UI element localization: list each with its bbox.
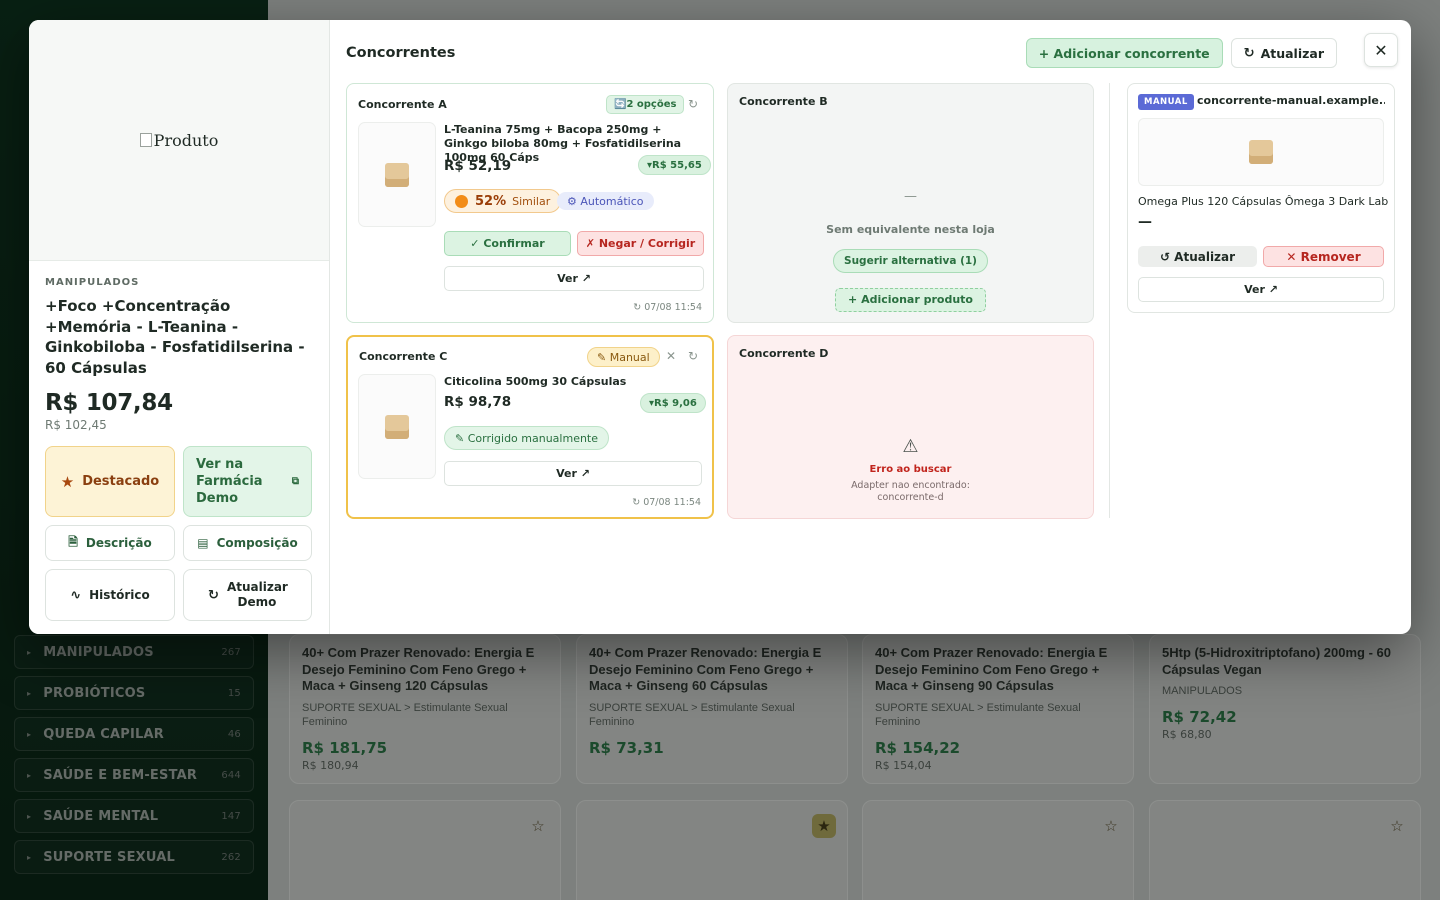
add-competitor-button[interactable]: + Adicionar concorrente (1025, 38, 1223, 68)
match-type-chip: ⚙ Automático (557, 192, 654, 210)
product-card[interactable] (862, 800, 1134, 900)
document-icon: 🗎 (68, 534, 78, 549)
competitor-domain: concorrente-manual.example.... (1197, 94, 1385, 107)
similarity-chip: 52% Similar (444, 189, 562, 213)
sidebar-category[interactable]: ▸ SUPORTE SEXUAL 262 (14, 840, 254, 874)
competitors-title: Concorrentes (346, 45, 456, 61)
last-updated: ↻ 07/08 11:54 (633, 302, 702, 313)
refresh-button[interactable]: ↻ Atualizar (1230, 38, 1337, 68)
refresh-icon[interactable]: ↻ (688, 349, 698, 363)
view-competitor-button[interactable]: Ver ↗ (1138, 277, 1384, 302)
product-image: Produto (29, 20, 329, 261)
competitor-price: R$ 98,78 (444, 394, 512, 410)
star-icon[interactable]: ☆ (1385, 814, 1409, 838)
sidebar-category[interactable]: ▸ SAÚDE E BEM-ESTAR 644 (14, 758, 254, 792)
competitor-card-d: Concorrente D ⚠ Erro ao buscar Adapter n… (727, 335, 1094, 519)
chevron-right-icon: ▸ (27, 647, 32, 657)
package-icon (385, 414, 409, 439)
manual-badge: ✎ Manual (587, 347, 660, 367)
star-icon: ★ (60, 472, 75, 491)
product-price: R$ 107,84 (45, 390, 173, 416)
sidebar-category[interactable]: ▸ SAÚDE MENTAL 147 (14, 799, 254, 833)
sidebar-category[interactable]: ▸ MANIPULADOS 267 (14, 635, 254, 669)
corrected-chip: ✎ Corrigido manualmente (444, 426, 610, 450)
status-dot-icon (455, 194, 468, 208)
competitor-card-c: Concorrente C ✎ Manual ✕ ↻ Citicolina 50… (346, 335, 714, 519)
competitor-card-a: Concorrente A 🔄2 opções ↻ L-Teanina 75mg… (346, 83, 714, 323)
product-card[interactable]: 40+ Com Prazer Renovado: Energia E Desej… (576, 634, 848, 784)
product-card[interactable] (576, 800, 848, 900)
composition-button[interactable]: ▤ Composição (183, 525, 312, 561)
refresh-competitor-button[interactable]: ↺ Atualizar (1138, 246, 1257, 267)
divider (1109, 83, 1110, 518)
last-updated: ↻ 07/08 11:54 (632, 497, 701, 508)
competitor-thumbnail (358, 374, 436, 479)
competitor-product-title: Omega Plus 120 Cápsulas Ômega 3 Dark Lab (1138, 195, 1389, 208)
empty-message: Sem equivalente nesta loja (826, 223, 995, 236)
refresh-icon[interactable]: ↻ (688, 97, 698, 111)
product-card[interactable] (289, 800, 561, 900)
competitor-price: — (1138, 214, 1152, 230)
error-detail: Adapter nao encontrado: concorrente-d (851, 480, 970, 503)
suggest-alternative-button[interactable]: Sugerir alternativa (1) (833, 249, 988, 273)
competitor-card-b: Concorrente B — Sem equivalente nesta lo… (727, 83, 1094, 323)
star-icon[interactable]: ☆ (526, 814, 550, 838)
activity-icon: ∿ (70, 587, 82, 603)
competitor-thumbnail (1138, 118, 1384, 186)
manual-tag: MANUAL (1138, 94, 1194, 110)
competitor-thumbnail (358, 122, 436, 227)
price-diff-badge: ▾R$ 9,06 (640, 393, 706, 413)
product-category: MANIPULADOS (45, 277, 140, 288)
view-store-button[interactable]: Ver na Farmácia Demo ⧉ (183, 446, 312, 517)
broken-image-icon (139, 133, 152, 147)
warning-icon: ⚠ (902, 436, 919, 457)
error-title: Erro ao buscar (869, 464, 952, 475)
chevron-right-icon: ▸ (27, 811, 32, 821)
product-old-price: R$ 102,45 (45, 418, 107, 432)
product-card[interactable]: 5Htp (5-Hidroxitriptofano) 200mg - 60 Cá… (1149, 634, 1421, 784)
star-icon[interactable]: ☆ (1099, 814, 1123, 838)
chevron-right-icon: ▸ (27, 770, 32, 780)
product-panel: Produto MANIPULADOS +Foco +Concentração … (29, 20, 330, 634)
package-icon (1249, 140, 1273, 164)
add-product-button[interactable]: + Adicionar produto (835, 288, 986, 312)
refresh-demo-button[interactable]: ↻ Atualizar Demo (183, 569, 312, 621)
product-card[interactable]: 40+ Com Prazer Renovado: Energia E Desej… (289, 634, 561, 784)
history-button[interactable]: ∿ Histórico (45, 569, 175, 621)
close-icon[interactable]: ✕ (666, 349, 676, 363)
product-title: +Foco +Concentração +Memória - L-Teanina… (45, 297, 305, 377)
competitors-modal: Produto MANIPULADOS +Foco +Concentração … (29, 20, 1411, 634)
price-diff-badge: ▾R$ 55,65 (638, 155, 711, 175)
options-badge[interactable]: 🔄2 opções (606, 95, 685, 114)
view-competitor-button[interactable]: Ver ↗ (444, 266, 704, 291)
competitor-price: R$ 52,19 (444, 158, 512, 174)
list-icon: ▤ (197, 536, 209, 550)
chevron-right-icon: ▸ (27, 729, 32, 739)
chevron-right-icon: ▸ (27, 852, 32, 862)
star-icon[interactable]: ★ (812, 814, 836, 838)
refresh-icon: ↻ (208, 587, 219, 603)
product-card[interactable] (1149, 800, 1421, 900)
chevron-right-icon: ▸ (27, 688, 32, 698)
view-competitor-button[interactable]: Ver ↗ (444, 461, 702, 486)
description-button[interactable]: 🗎 Descrição (45, 525, 175, 561)
remove-competitor-button[interactable]: ✕ Remover (1263, 246, 1384, 267)
refresh-icon: ↻ (1243, 45, 1255, 61)
manual-competitor-card: MANUAL concorrente-manual.example.... Om… (1127, 83, 1395, 313)
product-card[interactable]: 40+ Com Prazer Renovado: Energia E Desej… (862, 634, 1134, 784)
confirm-button[interactable]: ✓ Confirmar (444, 231, 571, 256)
competitors-panel: Concorrentes + Adicionar concorrente ↻ At… (330, 20, 1411, 634)
sidebar-category[interactable]: ▸ QUEDA CAPILAR 46 (14, 717, 254, 751)
featured-button[interactable]: ★ Destacado (45, 446, 175, 517)
deny-correct-button[interactable]: ✗ Negar / Corrigir (577, 231, 704, 256)
sidebar-category[interactable]: ▸ PROBIÓTICOS 15 (14, 676, 254, 710)
package-icon (385, 162, 409, 187)
close-button[interactable]: ✕ (1364, 33, 1398, 67)
external-link-icon: ⧉ (291, 476, 299, 487)
competitor-product-title: Citicolina 500mg 30 Cápsulas (444, 375, 627, 388)
